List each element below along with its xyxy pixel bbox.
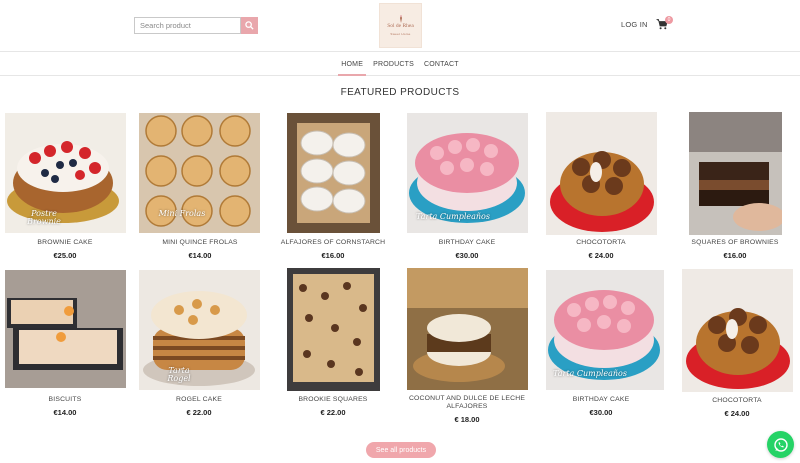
search-button[interactable]: [241, 17, 258, 34]
product-name[interactable]: ROGEL CAKE: [134, 395, 264, 404]
product-price: € 18.00: [454, 415, 480, 424]
logo-icon: [399, 15, 402, 24]
chocotorta-image: [546, 112, 657, 235]
whatsapp-button[interactable]: [767, 431, 794, 458]
whatsapp-icon: [773, 437, 788, 452]
brookie-image: [287, 268, 380, 391]
product-price: € 24.00: [724, 409, 750, 418]
product-name[interactable]: SQUARES OF BROWNIES: [670, 238, 800, 247]
product-card[interactable]: ALFAJORES OF CORNSTARCH €16.00: [268, 113, 398, 263]
product-name[interactable]: COCONUT AND DULCE DE LECHE ALFAJORES: [402, 395, 532, 411]
product-card[interactable]: Tarta Cumpleaños BIRTHDAY CAKE €30.00: [402, 113, 532, 263]
search-input[interactable]: [134, 17, 241, 34]
image-overlay-text: Tarta Cumpleaños: [416, 212, 490, 221]
product-name[interactable]: BIRTHDAY CAKE: [536, 395, 666, 404]
login-link[interactable]: LOG IN: [621, 20, 648, 29]
product-price: € 22.00: [186, 408, 212, 417]
product-card[interactable]: BISCUITS €14.00: [0, 270, 130, 420]
logo-subtext: Sweet Home: [390, 31, 411, 36]
search-bar: [134, 17, 258, 34]
section-title: FEATURED PRODUCTS: [340, 87, 460, 98]
product-image[interactable]: [407, 268, 528, 390]
product-card[interactable]: COCONUT AND DULCE DE LECHE ALFAJORES € 1…: [402, 268, 532, 428]
product-name[interactable]: BROWNIE CAKE: [0, 238, 130, 247]
search-icon: [245, 21, 254, 30]
product-image[interactable]: [5, 270, 126, 388]
product-image[interactable]: Tarta Rogel: [139, 270, 260, 390]
rogel-cake-image: [139, 270, 260, 390]
product-price: €14.00: [188, 251, 212, 260]
product-image[interactable]: Tarta Cumpleaños: [546, 270, 664, 390]
product-price: €16.00: [321, 251, 345, 260]
product-image[interactable]: [689, 112, 782, 235]
product-image[interactable]: [546, 112, 657, 235]
brownies-image: [689, 112, 782, 235]
product-name[interactable]: MINI QUINCE FROLAS: [135, 238, 265, 247]
product-card[interactable]: Tarta Cumpleaños BIRTHDAY CAKE €30.00: [536, 270, 666, 420]
nav-products[interactable]: PRODUCTS: [368, 53, 419, 76]
product-name[interactable]: BROOKIE SQUARES: [268, 395, 398, 404]
product-name[interactable]: BISCUITS: [0, 395, 130, 404]
product-card[interactable]: BROOKIE SQUARES € 22.00: [268, 268, 398, 420]
image-overlay-text: Tarta Cumpleaños: [553, 369, 627, 378]
biscuits-image: [5, 270, 126, 388]
product-price: €30.00: [589, 408, 613, 417]
logo-text: Sol de Rhea: [387, 23, 414, 30]
product-price: €25.00: [53, 251, 77, 260]
product-image[interactable]: [682, 269, 793, 392]
see-all-products-button[interactable]: See all products: [366, 442, 436, 458]
product-image[interactable]: [287, 268, 380, 391]
main-nav: HOME PRODUCTS CONTACT: [0, 53, 800, 76]
product-card[interactable]: Mini Frolas MINI QUINCE FROLAS €14.00: [135, 113, 265, 263]
image-overlay-text: Tarta Rogel: [167, 366, 191, 383]
product-price: € 22.00: [320, 408, 346, 417]
product-card[interactable]: CHOCOTORTA € 24.00: [672, 269, 800, 421]
alfajores-image: [287, 113, 380, 233]
product-price: €16.00: [723, 251, 747, 260]
product-price: € 24.00: [588, 251, 614, 260]
product-card[interactable]: CHOCOTORTA € 24.00: [536, 112, 666, 263]
chocotorta-image: [682, 269, 793, 392]
image-overlay-text: Mini Frolas: [158, 209, 206, 218]
product-name[interactable]: CHOCOTORTA: [672, 396, 800, 405]
product-price: €14.00: [53, 408, 77, 417]
product-name[interactable]: CHOCOTORTA: [536, 238, 666, 247]
nav-home[interactable]: HOME: [336, 53, 368, 76]
product-name[interactable]: BIRTHDAY CAKE: [402, 238, 532, 247]
nav-contact[interactable]: CONTACT: [419, 53, 464, 76]
product-card[interactable]: Postre Brownie BROWNIE CAKE €25.00: [0, 113, 130, 263]
product-image[interactable]: Tarta Cumpleaños: [407, 113, 528, 233]
product-image[interactable]: Mini Frolas: [139, 113, 260, 233]
product-price: €30.00: [455, 251, 479, 260]
site-header: Sol de Rhea Sweet Home LOG IN 0: [0, 0, 800, 52]
product-card[interactable]: Tarta Rogel ROGEL CAKE € 22.00: [134, 270, 264, 420]
coconut-alfajor-image: [407, 268, 528, 390]
product-image[interactable]: Postre Brownie: [5, 113, 126, 233]
site-logo[interactable]: Sol de Rhea Sweet Home: [379, 3, 422, 48]
cart-count-badge: 0: [665, 16, 673, 24]
product-image[interactable]: [287, 113, 380, 233]
product-name[interactable]: ALFAJORES OF CORNSTARCH: [268, 238, 398, 247]
image-overlay-text: Postre Brownie: [27, 209, 61, 226]
product-card[interactable]: SQUARES OF BROWNIES €16.00: [670, 112, 800, 263]
